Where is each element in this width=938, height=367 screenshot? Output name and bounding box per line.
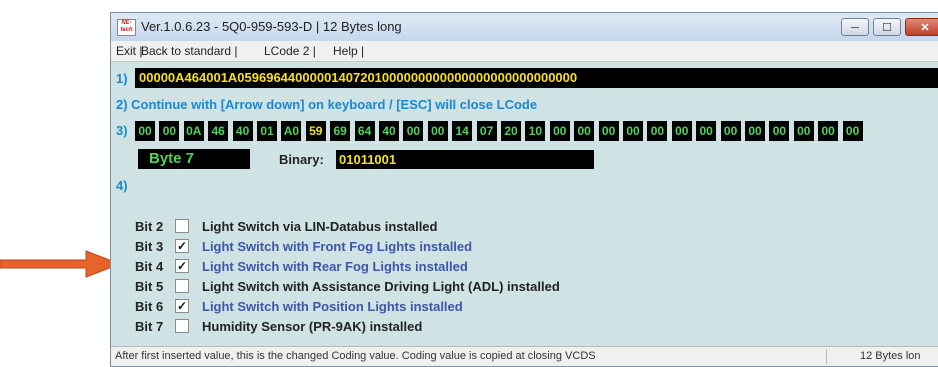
byte-cell[interactable]: 14 [452,121,473,141]
byte-cell[interactable]: 0A [183,121,204,141]
byte-cell[interactable]: 00 [647,121,668,141]
menu-exit[interactable]: Exit | [116,44,142,58]
status-message: After first inserted value, this is the … [115,350,596,362]
bit-label: Bit 5 [135,279,164,294]
maximize-button[interactable]: ☐ [873,18,901,36]
bit-row: Bit 3 ✓ Light Switch with Front Fog Lights… [111,238,811,258]
byte-cell[interactable]: 00 [696,121,717,141]
bit-row: Bit 5 Light Switch with Assistance Drivin… [111,278,811,298]
byte-cell[interactable]: A0 [281,121,302,141]
row-3-label: 3) [116,123,128,138]
row-4-label: 4) [116,178,128,193]
byte-cell[interactable]: 00 [769,121,790,141]
bit-label: Bit 3 [135,239,164,254]
byte-cell[interactable]: 00 [159,121,180,141]
byte-cell[interactable]: 00 [720,121,741,141]
byte-cell[interactable]: 07 [476,121,497,141]
byte-cell[interactable]: 00 [745,121,765,141]
byte-cell[interactable]: 00 [427,121,448,141]
lcode-window: NE-tech Ver.1.0.6.23 - 5Q0-959-593-D | 1… [110,12,938,367]
window-title: Ver.1.0.6.23 - 5Q0-959-593-D | 12 Bytes … [141,19,402,34]
byte-cell[interactable]: 20 [501,121,521,141]
bit-description: Light Switch with Assistance Driving Lig… [202,279,560,294]
byte-cell[interactable]: 00 [135,121,155,141]
bit-row: Bit 2 Light Switch via LIN-Databus instal… [111,218,811,238]
bit-description: Light Switch via LIN-Databus installed [202,219,438,234]
byte-cell-selected[interactable]: 59 [305,121,326,141]
pointer-arrow-icon [0,250,122,278]
bit-checkbox[interactable] [175,319,189,333]
coding-value-text: 00000A464001A059696440000014072010000000… [139,70,578,85]
binary-value-field: 01011001 [336,150,594,169]
byte-cell[interactable]: 00 [598,121,619,141]
bit-checkbox[interactable]: ✓ [175,239,189,253]
status-byte-count: 12 Bytes lon [860,350,921,362]
bit-row: Bit 7 Humidity Sensor (PR-9AK) installed [111,318,811,338]
close-button[interactable]: ✕ [905,18,938,36]
byte-cell[interactable]: 46 [208,121,229,141]
bit-row: Bit 6 ✓ Light Switch with Position Lights … [111,298,811,318]
minimize-button[interactable]: ─ [841,18,869,36]
binary-value-text: 01011001 [339,152,397,167]
menu-bar: Exit | Back to standard | LCode 2 | Help… [111,41,938,62]
binary-label: Binary: [279,152,324,167]
byte-cell[interactable]: 40 [379,121,399,141]
row-1-label: 1) [116,71,128,86]
coding-value-field[interactable]: 00000A464001A059696440000014072010000000… [135,68,938,88]
byte-cell[interactable]: 00 [403,121,424,141]
bit-checkbox[interactable] [175,219,189,233]
menu-back-to-standard[interactable]: Back to standard | [141,44,238,58]
byte-cell[interactable]: 00 [549,121,570,141]
status-bar: After first inserted value, this is the … [111,346,938,366]
byte-cell[interactable]: 00 [671,121,692,141]
bit-checkbox[interactable]: ✓ [175,299,189,313]
bit-description: Light Switch with Position Lights instal… [202,299,463,314]
bit-description: Light Switch with Rear Fog Lights instal… [202,259,468,274]
title-bar: NE-tech Ver.1.0.6.23 - 5Q0-959-593-D | 1… [111,13,938,41]
bit-label: Bit 7 [135,319,164,334]
byte-cell[interactable]: 00 [623,121,643,141]
bit-checkbox[interactable] [175,279,189,293]
byte-number-display: Byte 7 [138,149,250,169]
menu-lcode-2[interactable]: LCode 2 | [264,44,316,58]
byte-cell[interactable]: 00 [842,121,863,141]
menu-help[interactable]: Help | [333,44,364,58]
bit-label: Bit 4 [135,259,164,274]
byte-cell[interactable]: 40 [232,121,253,141]
bit-label: Bit 6 [135,299,164,314]
instruction-text: 2) Continue with [Arrow down] on keyboar… [116,97,538,112]
byte-cell[interactable]: 69 [330,121,351,141]
byte-cell[interactable]: 64 [354,121,375,141]
byte-cell[interactable]: 00 [574,121,595,141]
bit-row: Bit 4 ✓ Light Switch with Rear Fog Lights … [111,258,811,278]
bit-description: Humidity Sensor (PR-9AK) installed [202,319,423,334]
byte-cell[interactable]: 00 [793,121,814,141]
bit-checkbox[interactable]: ✓ [175,259,189,273]
ne-tech-logo-icon: NE-tech [117,19,136,36]
status-divider [826,349,827,364]
byte-cell[interactable]: 10 [525,121,546,141]
byte-cell[interactable]: 00 [818,121,839,141]
byte-cell[interactable]: 01 [257,121,277,141]
bit-description: Light Switch with Front Fog Lights insta… [202,239,473,254]
bit-label: Bit 2 [135,219,164,234]
